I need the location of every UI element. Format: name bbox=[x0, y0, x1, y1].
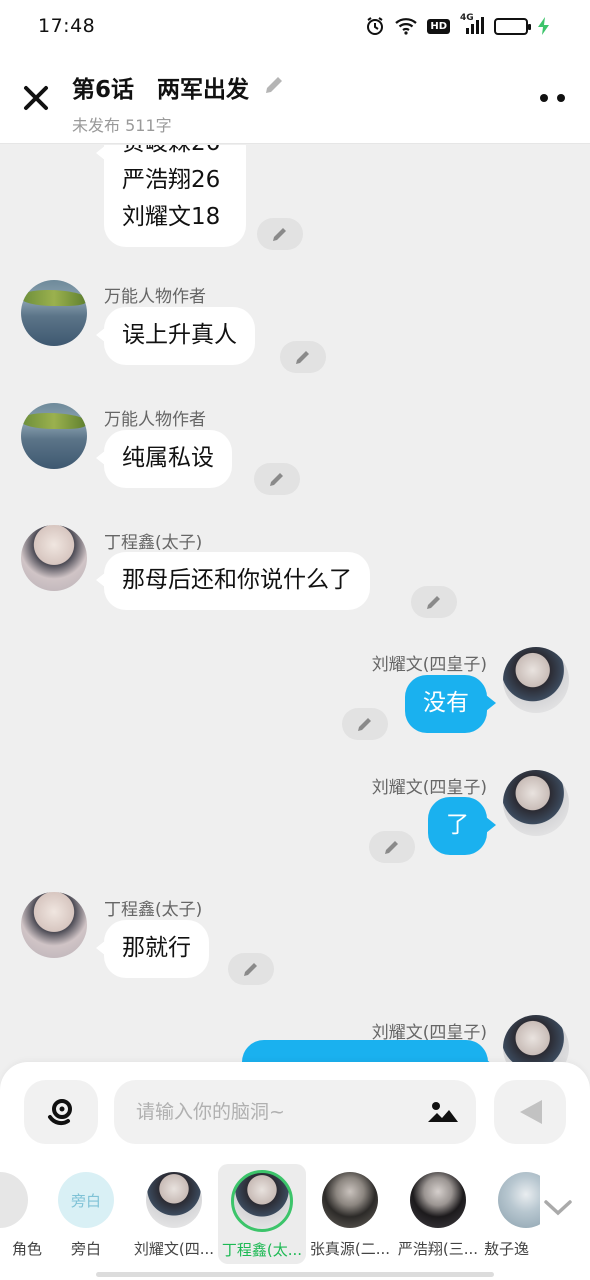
message-line: 贺峻霖26 bbox=[122, 145, 228, 162]
message-line: 刘耀文18 bbox=[122, 203, 221, 230]
edit-message-button[interactable] bbox=[411, 586, 457, 618]
chevron-down-icon[interactable] bbox=[544, 1200, 572, 1220]
edit-message-button[interactable] bbox=[254, 463, 300, 495]
edit-title-icon[interactable] bbox=[263, 74, 285, 100]
voice-icon bbox=[48, 1099, 72, 1126]
pencil-icon bbox=[244, 963, 257, 976]
pencil-icon bbox=[385, 841, 398, 854]
message-bubble[interactable]: 误上升真人 bbox=[96, 307, 255, 365]
avatar[interactable] bbox=[503, 770, 569, 836]
avatar[interactable] bbox=[21, 403, 87, 469]
home-indicator bbox=[96, 1272, 494, 1277]
send-icon bbox=[520, 1100, 542, 1124]
edit-message-button[interactable] bbox=[228, 953, 274, 985]
role-name: 敖子逸 bbox=[484, 1240, 530, 1258]
close-icon bbox=[24, 86, 48, 110]
chat-area[interactable]: 贺峻霖26 严浩翔26 刘耀文18 万能人物作者 误上升真人 万能人物作者 纯属… bbox=[0, 145, 590, 1065]
role-avatar: 旁白 bbox=[58, 1172, 114, 1228]
speaker-name: 万能人物作者 bbox=[104, 287, 206, 307]
role-name: 角色 bbox=[11, 1240, 42, 1258]
speaker-name: 万能人物作者 bbox=[104, 410, 206, 430]
role-avatar bbox=[146, 1172, 202, 1228]
composer-panel: 角色 旁白 旁白 刘耀文(四... 丁程鑫(太... 张真源(二... 严浩翔(… bbox=[0, 1062, 590, 1280]
message-input-box[interactable] bbox=[114, 1080, 476, 1144]
role-name: 刘耀文(四... bbox=[133, 1240, 215, 1258]
pencil-icon bbox=[427, 596, 440, 609]
voice-button[interactable] bbox=[24, 1080, 98, 1144]
speaker-name: 丁程鑫(太子) bbox=[104, 900, 203, 920]
role-avatar bbox=[231, 1170, 293, 1232]
avatar[interactable] bbox=[503, 1015, 569, 1065]
role-item[interactable]: 张真源(二... bbox=[306, 1164, 394, 1264]
role-avatar bbox=[498, 1172, 540, 1228]
battery-icon bbox=[494, 17, 531, 35]
status-icons: HD 4G bbox=[365, 13, 550, 36]
edit-message-button[interactable] bbox=[257, 218, 303, 250]
network-label: 4G bbox=[460, 13, 474, 23]
message-bubble[interactable]: 贺峻霖26 严浩翔26 刘耀文18 bbox=[96, 145, 246, 247]
message-bubble[interactable]: 那母后还和你说什么了 bbox=[96, 552, 370, 610]
role-name: 旁白 bbox=[70, 1240, 101, 1258]
role-item-active[interactable]: 丁程鑫(太... bbox=[218, 1164, 306, 1264]
edit-message-button[interactable] bbox=[342, 708, 388, 740]
episode-title[interactable]: 第6话 两军出发 bbox=[72, 70, 249, 104]
speaker-name: 丁程鑫(太子) bbox=[104, 533, 203, 553]
role-item[interactable]: 旁白 旁白 bbox=[42, 1164, 130, 1264]
edit-message-button[interactable] bbox=[280, 341, 326, 373]
image-icon[interactable] bbox=[428, 1100, 458, 1128]
role-avatar bbox=[410, 1172, 466, 1228]
title-area: 第6话 两军出发 未发布 511字 bbox=[72, 70, 285, 136]
close-button[interactable] bbox=[18, 80, 54, 116]
avatar[interactable] bbox=[21, 280, 87, 346]
role-name: 严浩翔(三... bbox=[397, 1240, 479, 1258]
alarm-icon bbox=[365, 16, 385, 36]
avatar[interactable] bbox=[503, 647, 569, 713]
role-selector[interactable]: 角色 旁白 旁白 刘耀文(四... 丁程鑫(太... 张真源(二... 严浩翔(… bbox=[0, 1164, 540, 1264]
message-input[interactable] bbox=[136, 1101, 416, 1123]
more-icon bbox=[540, 94, 565, 102]
avatar[interactable] bbox=[21, 892, 87, 958]
publish-status: 未发布 511字 bbox=[72, 116, 172, 135]
role-item[interactable]: 严浩翔(三... bbox=[394, 1164, 482, 1264]
message-bubble[interactable]: 那就行 bbox=[96, 920, 209, 978]
signal-4g-icon: 4G bbox=[460, 13, 484, 35]
charging-icon bbox=[538, 17, 550, 35]
avatar[interactable] bbox=[21, 525, 87, 591]
role-item[interactable]: 敖子逸 bbox=[482, 1164, 540, 1264]
edit-message-button[interactable] bbox=[369, 831, 415, 863]
editor-header: 第6话 两军出发 未发布 511字 bbox=[0, 52, 590, 144]
speaker-name: 刘耀文(四皇子) bbox=[371, 655, 487, 675]
speaker-name: 刘耀文(四皇子) bbox=[371, 778, 487, 798]
role-avatar bbox=[322, 1172, 378, 1228]
pencil-icon bbox=[358, 718, 371, 731]
role-item[interactable]: 刘耀文(四... bbox=[130, 1164, 218, 1264]
role-name: 张真源(二... bbox=[309, 1240, 391, 1258]
message-bubble[interactable]: 纯属私设 bbox=[96, 430, 232, 488]
status-bar: 17:48 HD 4G bbox=[0, 0, 590, 52]
hd-icon: HD bbox=[427, 18, 450, 34]
message-bubble[interactable]: 了 bbox=[428, 797, 496, 855]
wifi-icon bbox=[395, 17, 418, 35]
pencil-icon bbox=[296, 351, 309, 364]
role-avatar bbox=[0, 1172, 28, 1228]
message-line: 严浩翔26 bbox=[122, 166, 221, 193]
pencil-icon bbox=[270, 473, 283, 486]
more-button[interactable] bbox=[536, 88, 570, 108]
role-item[interactable]: 角色 bbox=[0, 1164, 44, 1264]
send-button[interactable] bbox=[494, 1080, 566, 1144]
status-time: 17:48 bbox=[38, 15, 96, 37]
message-bubble[interactable]: 没有 bbox=[405, 675, 496, 733]
pencil-icon bbox=[273, 228, 286, 241]
role-name: 丁程鑫(太... bbox=[221, 1241, 303, 1259]
